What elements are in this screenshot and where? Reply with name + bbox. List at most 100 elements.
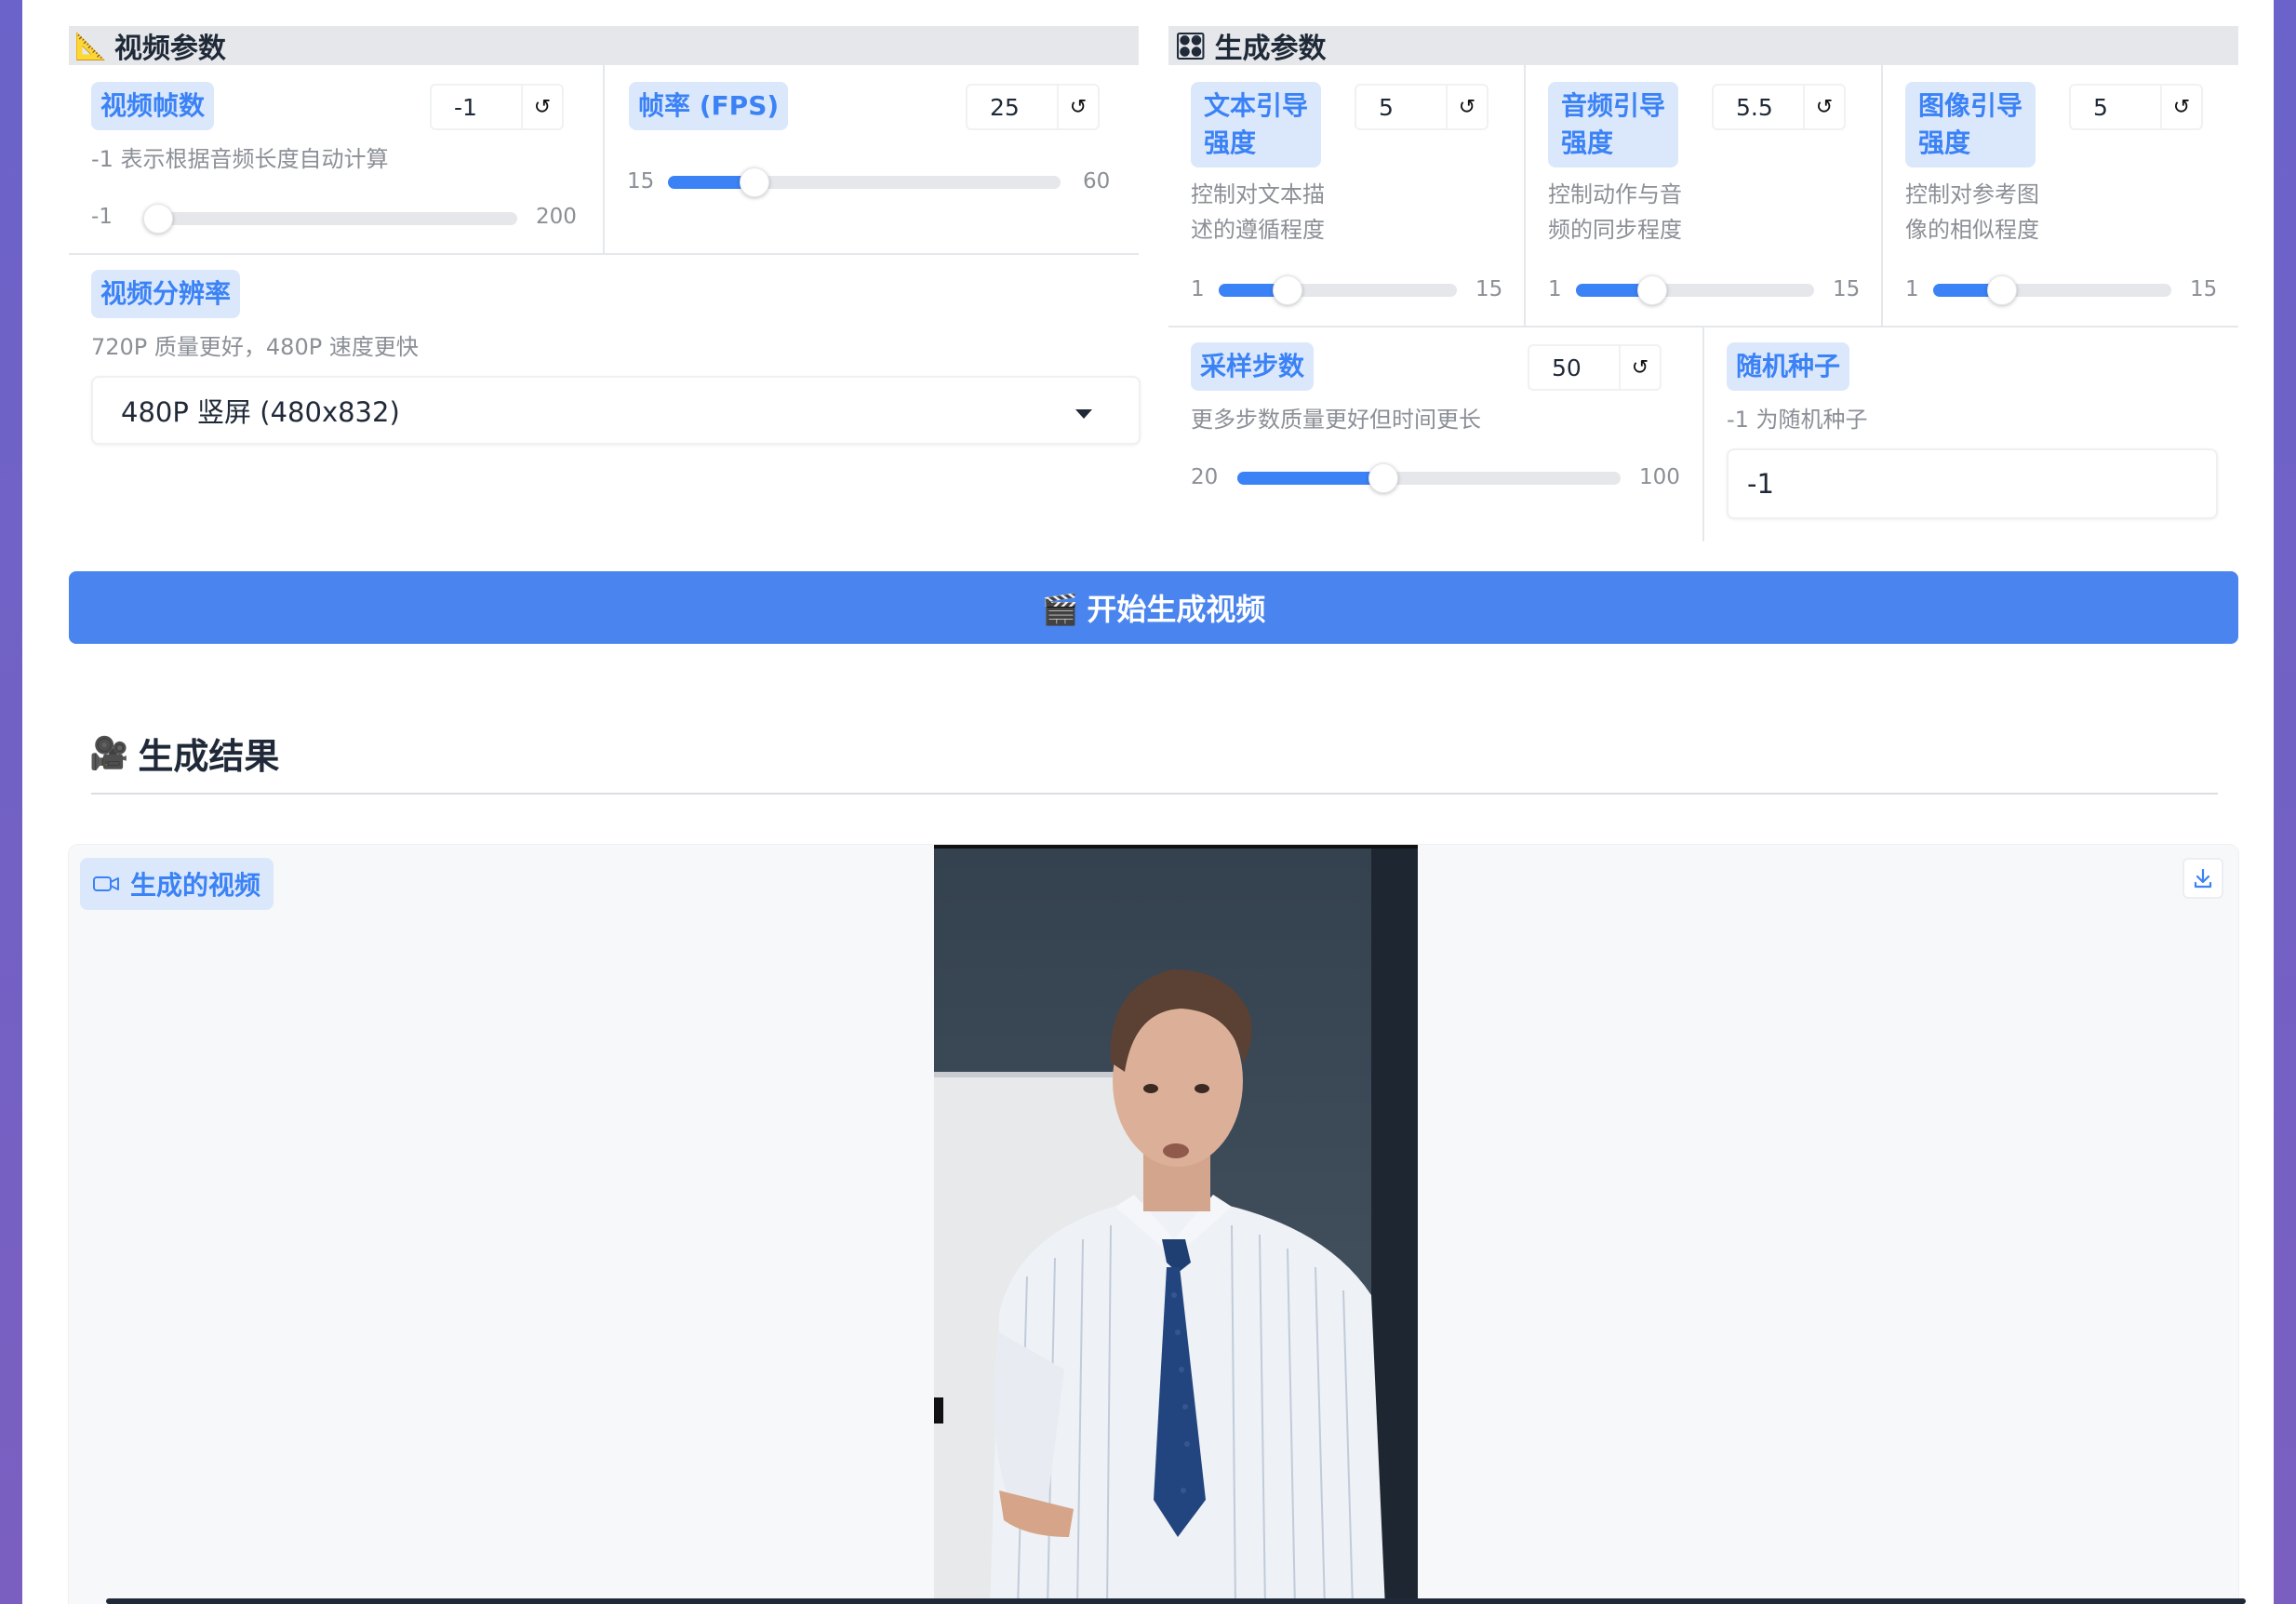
audio-guidance-input[interactable]: 5.5 ↺ [1712,84,1846,130]
image-guidance-value[interactable]: 5 [2071,94,2160,121]
divider [1702,327,1704,541]
fps-input[interactable]: 25 ↺ [966,84,1100,130]
frames-desc: -1 表示根据音频长度自动计算 [91,146,389,172]
text-guidance-desc-line2: 述的遵循程度 [1191,217,1325,243]
download-icon [2194,868,2212,889]
gen-params-title: 生成参数 [1214,33,1327,65]
steps-value[interactable]: 50 [1529,354,1619,381]
image-guidance-input[interactable]: 5 ↺ [2069,84,2203,130]
frames-value[interactable]: -1 [432,94,521,121]
gen-params-header: 🎛 生成参数 [1168,26,2238,65]
text-guidance-label-line1: 文本引导 [1204,90,1309,121]
steps-label: 采样步数 [1191,342,1315,391]
seed-label: 随机种子 [1727,342,1850,391]
steps-max: 100 [1639,465,1680,489]
resolution-label: 视频分辨率 [91,270,241,318]
image-guidance-max: 15 [2190,277,2218,301]
audio-guidance-reset-icon[interactable]: ↺ [1803,86,1844,128]
video-timeline[interactable] [106,1598,2246,1604]
ruler-icon: 📐 [74,30,107,61]
steps-slider[interactable] [1237,463,1621,493]
frames-reset-icon[interactable]: ↺ [521,86,562,128]
video-label-badge: 生成的视频 [80,858,274,910]
seed-value[interactable]: -1 [1747,468,1774,500]
generated-video-player[interactable] [934,845,1418,1604]
frames-input[interactable]: -1 ↺ [430,84,564,130]
audio-guidance-desc-line1: 控制动作与音 [1548,181,1682,207]
fps-min: 15 [627,169,655,194]
text-guidance-desc-line1: 控制对文本描 [1191,181,1325,207]
result-title-text: 生成结果 [138,736,280,777]
audio-guidance-desc-line2: 频的同步程度 [1548,217,1682,243]
text-guidance-desc: 控制对文本描 述的遵循程度 [1191,177,1325,247]
audio-guidance-max: 15 [1833,277,1861,301]
text-guidance-value[interactable]: 5 [1356,94,1446,121]
frames-max: 200 [536,205,577,229]
video-params-title: 视频参数 [113,33,226,65]
seed-input[interactable]: -1 [1727,448,2218,519]
image-guidance-desc: 控制对参考图 像的相似程度 [1905,177,2039,247]
start-generate-button[interactable]: 🎬 开始生成视频 [69,571,2238,644]
video-camera-icon: 🎥 [89,734,129,772]
image-guidance-slider-thumb[interactable] [1987,275,2017,305]
steps-min: 20 [1191,465,1219,489]
text-guidance-slider-thumb[interactable] [1273,275,1302,305]
fps-reset-icon[interactable]: ↺ [1057,86,1098,128]
image-guidance-label: 图像引导 强度 [1905,82,2036,167]
resolution-desc: 720P 质量更好，480P 速度更快 [91,334,419,360]
fps-slider[interactable] [668,167,1061,197]
image-guidance-label-line2: 强度 [1918,127,1971,158]
divider [1524,65,1526,326]
video-icon [93,876,119,891]
result-title: 🎥 生成结果 [89,728,279,779]
divider [91,793,2218,795]
fps-value[interactable]: 25 [968,94,1057,121]
steps-reset-icon[interactable]: ↺ [1619,346,1660,389]
text-guidance-label: 文本引导 强度 [1191,82,1322,167]
video-params-header: 📐 视频参数 [69,26,1139,65]
frames-label: 视频帧数 [91,82,215,130]
frames-min: -1 [91,205,113,229]
divider [603,65,605,253]
audio-guidance-label: 音频引导 强度 [1548,82,1679,167]
image-guidance-reset-icon[interactable]: ↺ [2160,86,2201,128]
text-guidance-slider[interactable] [1219,275,1457,305]
text-guidance-input[interactable]: 5 ↺ [1355,84,1488,130]
app-page: 📐 视频参数 视频帧数 -1 ↺ -1 表示根据音频长度自动计算 -1 200 … [22,0,2274,1604]
divider [1881,65,1883,326]
chevron-down-icon[interactable] [1075,409,1092,419]
control-knobs-icon: 🎛 [1174,30,1208,61]
audio-guidance-value[interactable]: 5.5 [1714,94,1803,121]
steps-slider-thumb[interactable] [1368,463,1398,493]
steps-input[interactable]: 50 ↺ [1528,344,1662,391]
fps-slider-thumb[interactable] [740,167,769,197]
resolution-select[interactable]: 480P 竖屏 (480x832) [91,376,1141,445]
image-guidance-desc-line2: 像的相似程度 [1905,217,2039,243]
frames-slider-thumb[interactable] [143,204,173,234]
audio-guidance-slider[interactable] [1576,275,1814,305]
video-label-text: 生成的视频 [130,870,261,901]
text-guidance-label-line2: 强度 [1204,127,1257,158]
audio-guidance-slider-thumb[interactable] [1637,275,1667,305]
seed-desc: -1 为随机种子 [1727,407,1868,433]
audio-guidance-min: 1 [1548,277,1562,301]
steps-desc: 更多步数质量更好但时间更长 [1191,407,1481,433]
image-guidance-slider[interactable] [1933,275,2171,305]
steps-slider-fill [1237,472,1383,485]
audio-guidance-label-line1: 音频引导 [1561,90,1666,121]
text-guidance-max: 15 [1475,277,1503,301]
image-guidance-desc-line1: 控制对参考图 [1905,181,2039,207]
audio-guidance-label-line2: 强度 [1561,127,1614,158]
image-guidance-label-line1: 图像引导 [1918,90,2023,121]
fps-label: 帧率 (FPS) [629,82,789,130]
divider [69,253,1139,255]
audio-guidance-desc: 控制动作与音 频的同步程度 [1548,177,1682,247]
frames-slider[interactable] [143,204,517,234]
video-frame-image [934,849,1418,1604]
image-guidance-min: 1 [1905,277,1919,301]
fps-max: 60 [1083,169,1111,194]
text-guidance-min: 1 [1191,277,1205,301]
download-button[interactable] [2183,858,2223,899]
resolution-selected: 480P 竖屏 (480x832) [121,396,400,428]
text-guidance-reset-icon[interactable]: ↺ [1446,86,1487,128]
